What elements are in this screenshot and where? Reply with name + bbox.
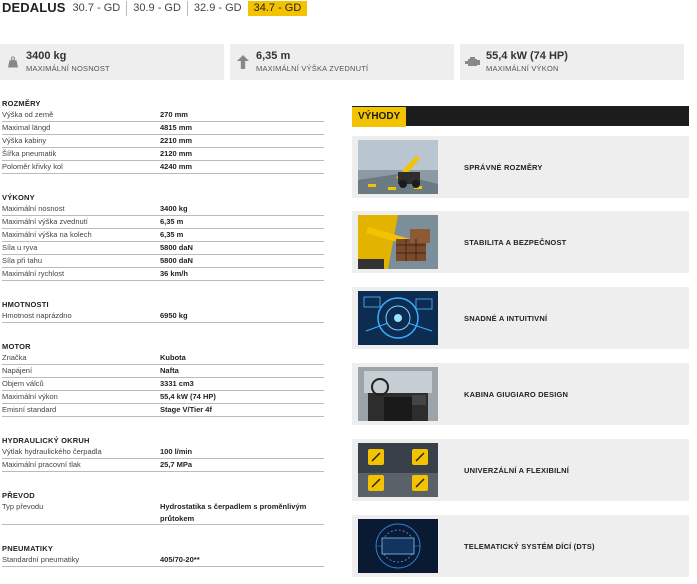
lift-arrow-icon [230,55,256,69]
table-row: Maximal längd 4815 mm [2,122,324,135]
stat-label: MAXIMÁLNÍ NOSNOST [26,64,110,73]
model-tab-30-9[interactable]: 30.9 - GD [126,0,187,16]
table-row: Síla při tahu 5800 daN [2,255,324,268]
table-row: Maximální výkon 55,4 kW (74 HP) [2,391,324,404]
advantage-label: STABILITA A BEZPEČNOST [464,237,567,247]
advantage-image-dimensions [358,140,438,194]
advantage-card[interactable]: KABINA GIUGIARO DESIGN [352,363,689,425]
advantage-image-cabin [358,367,438,421]
model-tab-32-9[interactable]: 32.9 - GD [186,0,248,16]
advantage-label: UNIVERZÁLNÍ A FLEXIBILNÍ [464,465,570,475]
stat-label: MAXIMÁLNÍ VÝKON [486,64,559,73]
advantage-card[interactable]: UNIVERZÁLNÍ A FLEXIBILNÍ [352,439,689,501]
advantage-image-versatile [358,443,438,497]
table-row: Maximální pracovní tlak 25,7 MPa [2,459,324,472]
stat-power: 55,4 kW (74 HP) MAXIMÁLNÍ VÝKON [460,44,684,80]
key-stats: 3400 kg MAXIMÁLNÍ NOSNOST 6,35 m MAXIMÁL… [0,44,697,80]
section-title-tyres: PNEUMATIKY [2,544,54,553]
advantage-label: SNADNÉ A INTUITIVNÍ [464,313,548,323]
brand-title: DEDALUS [2,0,66,15]
table-row: Maximální nosnost 3400 kg [2,203,324,216]
section-title-hydraulics: HYDRAULICKÝ OKRUH [2,436,90,445]
model-tab-34-7[interactable]: 34.7 - GD [247,0,308,16]
advantage-label: TELEMATICKÝ SYSTÉM DÍCÍ (DTS) [464,541,595,551]
table-row: Poloměr křivky kol 4240 mm [2,161,324,174]
table-row: Standardní pneumatiky 405/70-20** [2,554,324,567]
spec-table: ROZMĚRY Výška od země 270 mm Maximal läng… [2,98,324,567]
model-header: DEDALUS 30.7 - GD 30.9 - GD 32.9 - GD 34… [2,0,308,16]
advantage-card[interactable]: SNADNÉ A INTUITIVNÍ [352,287,689,349]
advantage-card[interactable]: STABILITA A BEZPEČNOST [352,211,689,273]
table-row: Šířka pneumatik 2120 mm [2,148,324,161]
table-row: Výtlak hydraulického čerpadla 100 l/min [2,446,324,459]
advantage-image-intuitive [358,291,438,345]
stat-lift-height: 6,35 m MAXIMÁLNÍ VÝŠKA ZVEDNUTÍ [230,44,454,80]
table-row: Objem válců 3331 cm3 [2,378,324,391]
table-row: Emisní standard Stage V/Tier 4f [2,404,324,417]
advantage-label: SPRÁVNÉ ROZMĚRY [464,162,543,172]
stat-capacity: 3400 kg MAXIMÁLNÍ NOSNOST [0,44,224,80]
section-title-dimensions: ROZMĚRY [2,99,41,108]
table-row: Značka Kubota [2,352,324,365]
table-row: Síla u ryva 5800 daN [2,242,324,255]
table-row: Hmotnost naprázdno 6950 kg [2,310,324,323]
advantage-image-dts [358,519,438,573]
table-row: Maximální výška zvednutí 6,35 m [2,216,324,229]
advantage-card[interactable]: TELEMATICKÝ SYSTÉM DÍCÍ (DTS) [352,515,689,577]
model-tab-30-7[interactable]: 30.7 - GD [71,1,127,16]
stat-label: MAXIMÁLNÍ VÝŠKA ZVEDNUTÍ [256,64,369,73]
advantage-label: KABINA GIUGIARO DESIGN [464,389,569,399]
advantage-image-stability [358,215,438,269]
table-row: Výška kabiny 2210 mm [2,135,324,148]
section-title-performance: VÝKONY [2,193,35,202]
table-row: Typ převodu Hydrostatika s čerpadlem s pr… [2,501,324,525]
stat-value: 6,35 m [256,50,291,62]
advantages-title: VÝHODY [352,107,407,127]
section-title-transmission: PŘEVOD [2,491,35,500]
table-row: Maximální výška na kolech 6,35 m [2,229,324,242]
engine-icon [460,56,486,68]
stat-value: 55,4 kW (74 HP) [486,50,568,62]
table-row: Maximální rychlost 36 km/h [2,268,324,281]
table-row: Napájení Nafta [2,365,324,378]
weight-icon [0,56,26,68]
advantages-title-bar: VÝHODY [352,106,689,127]
stat-value: 3400 kg [26,50,67,62]
section-title-engine: MOTOR [2,342,31,351]
advantage-card[interactable]: SPRÁVNÉ ROZMĚRY [352,136,689,198]
section-title-weights: HMOTNOSTI [2,300,49,309]
table-row: Výška od země 270 mm [2,109,324,122]
